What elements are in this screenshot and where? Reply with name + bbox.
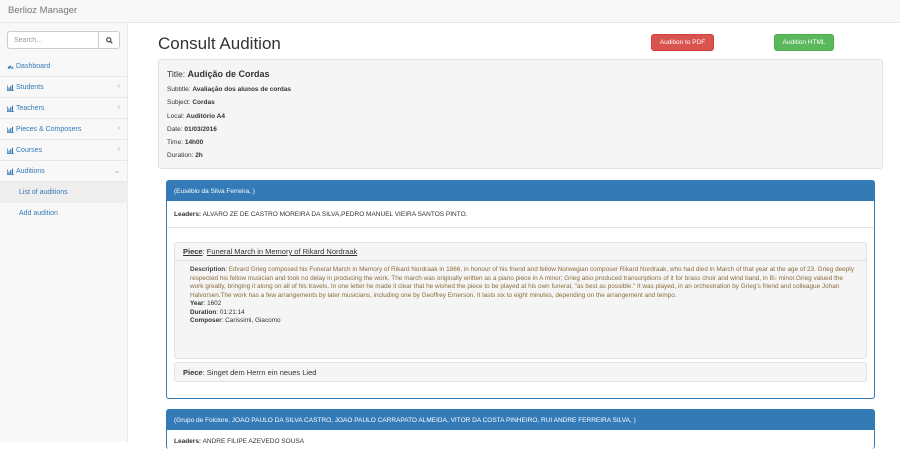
duration-value: 01:21:14 (219, 308, 245, 316)
field-label: Composer (190, 317, 222, 324)
audition-html-button[interactable]: Audition HTML (774, 34, 834, 51)
piece-label-text: Piece (183, 247, 203, 256)
sidebar-subitem-label: List of auditions (19, 189, 68, 196)
field-label: Year (190, 300, 204, 307)
divider (175, 260, 866, 261)
field-label: Leaders: (174, 211, 202, 218)
sidebar: Dashboard Students ‹ Teachers ‹ Pieces &… (0, 23, 128, 442)
sidebar-item-label: Auditions (16, 167, 45, 175)
sidebar-item-teachers[interactable]: Teachers ‹ (0, 98, 128, 119)
group-leaders: Leaders: ALVARO ZE DE CASTRO MOREIRA DA … (174, 211, 467, 218)
composer-value: Carissimi, Giacomo (225, 317, 281, 324)
audition-pdf-button[interactable]: Audition to PDF (651, 34, 714, 51)
chevron-left-icon: ‹ (117, 146, 120, 153)
dashboard-icon (7, 63, 14, 70)
audition-duration: 2h (195, 152, 203, 160)
leaders-value: ALVARO ZE DE CASTRO MOREIRA DA SILVA,PED… (202, 211, 468, 218)
divider (167, 227, 874, 228)
field-label: Description (190, 266, 226, 273)
bar-chart-icon (7, 126, 14, 133)
audition-duration-line: Duration: 2h (167, 149, 874, 162)
field-label: Duration: (167, 152, 194, 160)
sidebar-subitem-add-audition[interactable]: Add audition (0, 203, 128, 224)
audition-time: 14h00 (184, 139, 204, 147)
field-label: Subject: (167, 99, 191, 107)
chevron-left-icon: ‹ (117, 104, 120, 111)
audition-subtitle: Avaliação dos alunos de cordas (192, 86, 292, 93)
piece-header: Piece: Singet dem Herrn ein neues Lied (183, 368, 316, 377)
chevron-left-icon: ‹ (117, 83, 120, 90)
piece-name[interactable]: Singet dem Herrn ein neues Lied (207, 368, 317, 377)
piece-card: Piece: Funeral March in Memory of Rikard… (174, 242, 867, 359)
piece-year: Year: 1602 (190, 300, 858, 309)
sidebar-item-pieces-composers[interactable]: Pieces & Composers ‹ (0, 119, 128, 140)
search-group (7, 31, 120, 49)
chevron-down-icon: ⌄ (114, 168, 120, 175)
sidebar-item-label: Dashboard (16, 62, 51, 70)
search-button[interactable] (99, 31, 120, 49)
search-input[interactable] (7, 31, 99, 49)
piece-header: Piece: Funeral March in Memory of Rikard… (183, 247, 357, 256)
piece-description: Description: Edvard Grieg composed his F… (190, 266, 858, 300)
bar-chart-icon (7, 147, 14, 154)
piece-composer: Composer: Carissimi, Giacomo (190, 317, 858, 326)
sidebar-subitem-list-auditions[interactable]: List of auditions (0, 182, 128, 203)
app-brand[interactable]: Berlioz Manager (8, 5, 77, 16)
sidebar-item-label: Pieces & Composers (16, 125, 82, 133)
bar-chart-icon (7, 105, 14, 112)
sidebar-item-students[interactable]: Students ‹ (0, 77, 128, 98)
field-label: Subtitle: (167, 86, 191, 93)
piece-label: Piece (183, 247, 203, 256)
sidebar-item-dashboard[interactable]: Dashboard (0, 56, 128, 77)
audition-title-line: Title: Audição de Cordas (167, 69, 874, 79)
field-label: Time: (167, 139, 184, 147)
audition-time-line: Time: 14h00 (167, 136, 874, 149)
audition-date-line: Date: 01/03/2016 (167, 123, 874, 136)
audition-local-line: Local: Auditório A4 (167, 110, 874, 123)
audition-date: 01/03/2016 (184, 125, 217, 133)
sidebar-item-auditions[interactable]: Auditions ⌄ (0, 161, 128, 182)
audition-details: Title: Audição de Cordas Subtitle: Avali… (158, 59, 883, 169)
audition-subject: Cordas (192, 99, 215, 107)
group-heading: (Eusébio da Silva Ferreira, ) (167, 181, 874, 201)
audition-subject-line: Subject: Cordas (167, 96, 874, 109)
search-icon (105, 36, 113, 44)
group-heading: (Grupo de Folclore, JOAO PAULO DA SILVA … (167, 410, 874, 430)
group-panel: (Grupo de Folclore, JOAO PAULO DA SILVA … (166, 409, 875, 449)
field-label: Duration (190, 308, 217, 316)
sidebar-item-label: Courses (16, 146, 43, 154)
piece-details: Description: Edvard Grieg composed his F… (190, 266, 858, 326)
main-content: Consult Audition Audition to PDF Auditio… (128, 23, 900, 449)
description-text: Edvard Grieg composed his Funeral March … (190, 266, 854, 299)
piece-duration: Duration: 01:21:14 (190, 309, 858, 318)
field-label: Title: (167, 69, 186, 79)
audition-title: Audição de Cordas (187, 69, 270, 79)
field-label: Date: (167, 125, 183, 133)
chevron-left-icon: ‹ (117, 125, 120, 132)
piece-name-link[interactable]: Funeral March in Memory of Rikard Nordra… (207, 247, 357, 256)
group-panel: (Eusébio da Silva Ferreira, ) Leaders: A… (166, 180, 875, 399)
sidebar-item-courses[interactable]: Courses ‹ (0, 140, 128, 161)
field-label: Local: (167, 112, 185, 120)
sidebar-item-label: Students (16, 83, 44, 91)
bar-chart-icon (7, 84, 14, 91)
page-title: Consult Audition (158, 34, 281, 53)
sidebar-item-label: Teachers (16, 104, 45, 112)
piece-label: Piece (183, 368, 203, 377)
top-navbar: Berlioz Manager (0, 0, 900, 23)
sidebar-nav: Dashboard Students ‹ Teachers ‹ Pieces &… (0, 56, 128, 224)
year-value: 1602 (207, 300, 222, 307)
audition-subtitle-line: Subtitle: Avaliação dos alunos de cordas (167, 83, 874, 96)
piece-card: Piece: Singet dem Herrn ein neues Lied (174, 362, 867, 382)
sidebar-subitem-label: Add audition (19, 210, 58, 217)
audition-local: Auditório A4 (186, 112, 225, 120)
bar-chart-icon (7, 168, 14, 175)
